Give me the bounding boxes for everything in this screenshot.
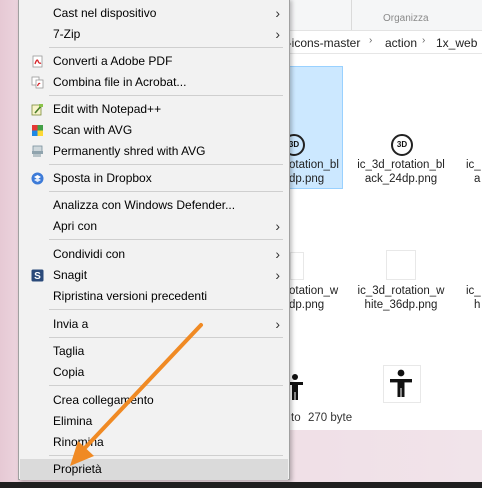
- annotation-arrow: [70, 323, 203, 466]
- taskbar-edge: [0, 482, 482, 488]
- annotation-arrow-shaft: [80, 323, 203, 453]
